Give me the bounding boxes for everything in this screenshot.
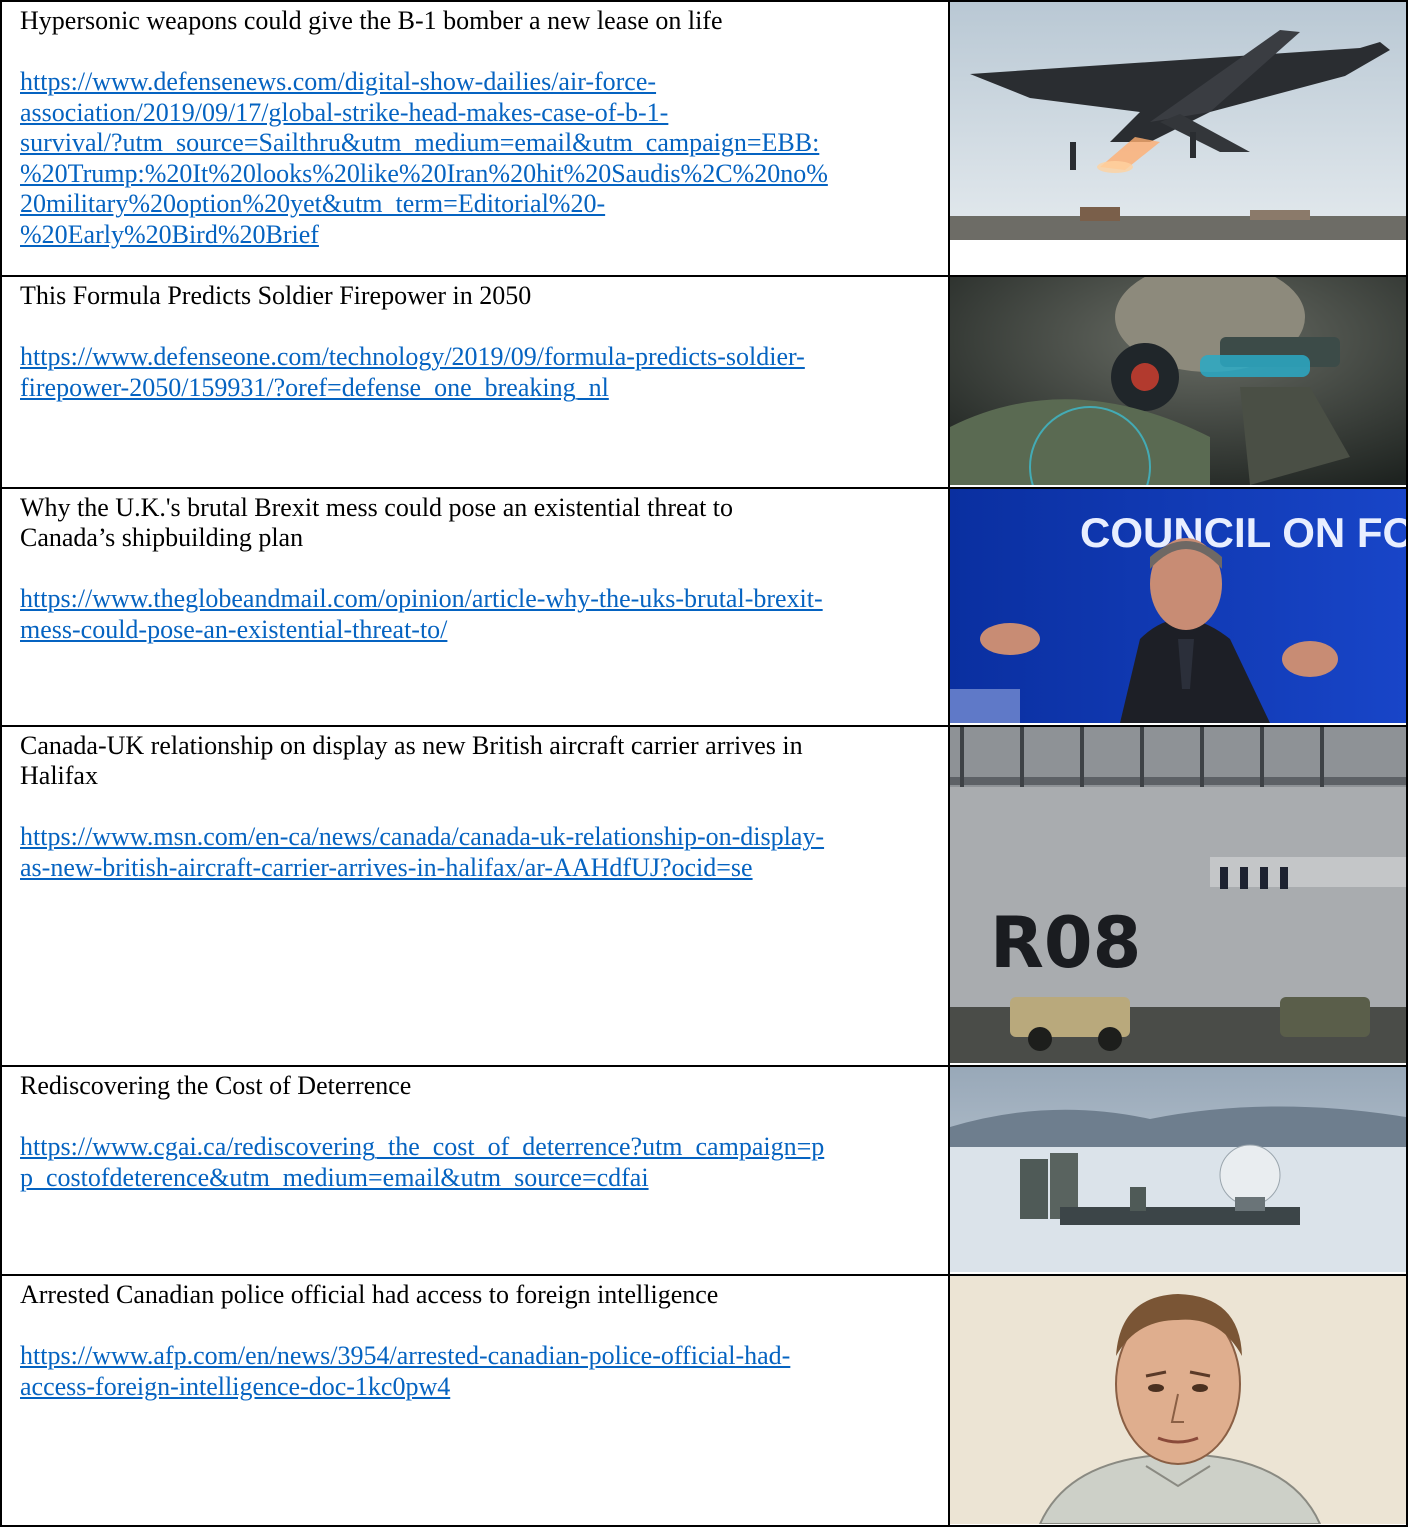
news-table: Hypersonic weapons could give the B-1 bo… (0, 0, 1408, 1527)
link-line: %20Early%20Bird%20Brief (20, 219, 319, 249)
article-image-cell (948, 275, 1408, 489)
article-title: This Formula Predicts Soldier Firepower … (20, 281, 532, 310)
link-line: https://www.afp.com/en/news/3954/arreste… (20, 1341, 791, 1370)
title-line: Halifax (20, 761, 98, 790)
article-title: Canada-UK relationship on display as new… (20, 731, 940, 791)
article-text-cell: Rediscovering the Cost of Deterrence htt… (0, 1065, 950, 1276)
link-line: https://www.defensenews.com/digital-show… (20, 67, 657, 96)
article-link[interactable]: https://www.theglobeandmail.com/opinion/… (20, 584, 940, 645)
article-image-cell: COUNCIL ON FOREIGN RELATIONS (948, 487, 1408, 727)
article-link[interactable]: https://www.defensenews.com/digital-show… (20, 67, 940, 250)
table-row: Rediscovering the Cost of Deterrence htt… (0, 1065, 1408, 1276)
title-line: Canada-UK relationship on display as new… (20, 731, 803, 760)
link-line: p_costofdeterence&utm_medium=email&utm_s… (20, 1162, 649, 1192)
link-line: https://www.defenseone.com/technology/20… (20, 342, 805, 371)
article-title: Why the U.K.'s brutal Brexit mess could … (20, 493, 940, 553)
hull-number-text: R08 (990, 902, 1141, 984)
article-title: Arrested Canadian police official had ac… (20, 1280, 719, 1309)
table-row: Why the U.K.'s brutal Brexit mess could … (0, 487, 1408, 727)
b1-bomber-takeoff-photo (951, 3, 1405, 240)
article-image-cell (948, 1065, 1408, 1276)
article-image-cell (948, 1274, 1408, 1527)
article-link[interactable]: https://www.msn.com/en-ca/news/canada/ca… (20, 822, 940, 883)
link-line: association/2019/09/17/global-strike-hea… (20, 97, 669, 127)
article-text-cell: This Formula Predicts Soldier Firepower … (0, 275, 950, 489)
link-line: https://www.theglobeandmail.com/opinion/… (20, 584, 823, 613)
article-title: Hypersonic weapons could give the B-1 bo… (20, 6, 723, 35)
link-line: survival/?utm_source=Sailthru&utm_medium… (20, 128, 820, 157)
link-line: https://www.cgai.ca/rediscovering_the_co… (20, 1132, 825, 1161)
article-link[interactable]: https://www.afp.com/en/news/3954/arreste… (20, 1341, 940, 1402)
title-line: Canada’s shipbuilding plan (20, 523, 304, 552)
courtroom-sketch-portrait (951, 1277, 1405, 1524)
link-line: https://www.msn.com/en-ca/news/canada/ca… (20, 822, 825, 851)
link-line: mess-could-pose-an-existential-threat-to… (20, 614, 448, 644)
link-line: %20Trump:%20It%20looks%20like%20Iran%20h… (20, 158, 828, 188)
table-row: This Formula Predicts Soldier Firepower … (0, 275, 1408, 489)
link-line: as-new-british-aircraft-carrier-arrives-… (20, 852, 753, 882)
article-link[interactable]: https://www.cgai.ca/rediscovering_the_co… (20, 1132, 940, 1193)
speaker-council-foreign-relations-photo: COUNCIL ON FOREIGN RELATIONS (951, 490, 1406, 723)
table-row: Canada-UK relationship on display as new… (0, 725, 1408, 1067)
future-soldier-photo (951, 278, 1405, 485)
aircraft-carrier-r08-photo: R08 (951, 728, 1405, 1063)
link-line: 20military%20option%20yet&utm_term=Edito… (20, 189, 606, 218)
article-image-cell: R08 (948, 725, 1408, 1067)
table-row: Hypersonic weapons could give the B-1 bo… (0, 0, 1408, 277)
article-text-cell: Why the U.K.'s brutal Brexit mess could … (0, 487, 950, 727)
link-line: firepower-2050/159931/?oref=defense_one_… (20, 372, 609, 402)
article-text-cell: Arrested Canadian police official had ac… (0, 1274, 950, 1527)
article-image-cell (948, 0, 1408, 277)
cfr-backdrop-text: COUNCIL ON FOREIGN RELATIONS (1080, 509, 1406, 556)
article-title: Rediscovering the Cost of Deterrence (20, 1071, 412, 1100)
link-line: access-foreign-intelligence-doc-1kc0pw4 (20, 1371, 451, 1401)
article-text-cell: Hypersonic weapons could give the B-1 bo… (0, 0, 950, 277)
title-line: Why the U.K.'s brutal Brexit mess could … (20, 493, 734, 522)
arctic-radar-station-photo (951, 1068, 1405, 1272)
article-text-cell: Canada-UK relationship on display as new… (0, 725, 950, 1067)
table-row: Arrested Canadian police official had ac… (0, 1274, 1408, 1527)
article-link[interactable]: https://www.defenseone.com/technology/20… (20, 342, 940, 403)
